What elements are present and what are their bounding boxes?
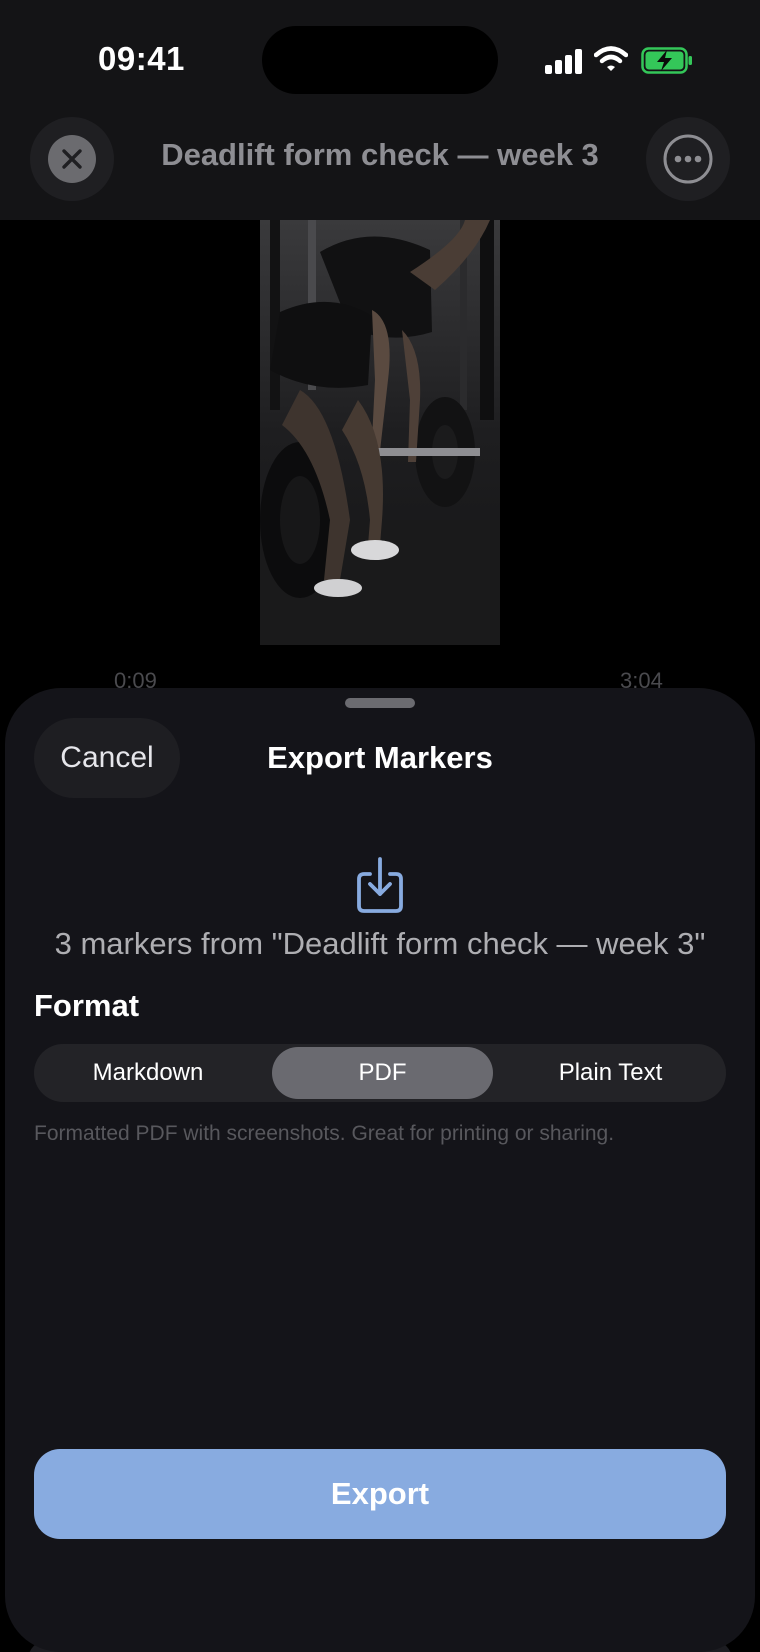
format-option-markdown[interactable]: Markdown [37, 1047, 259, 1099]
dynamic-island [262, 26, 498, 94]
format-description: Formatted PDF with screenshots. Great fo… [34, 1122, 615, 1145]
export-markers-sheet: Cancel Export Markers 3 markers from "De… [5, 688, 755, 1652]
format-option-plain-text[interactable]: Plain Text [498, 1047, 723, 1099]
ellipsis-circle-icon [663, 134, 713, 184]
video-frame [260, 220, 500, 645]
export-button[interactable]: Export [34, 1449, 726, 1539]
download-icon [357, 857, 403, 913]
format-option-pdf[interactable]: PDF [272, 1047, 493, 1099]
video-title: Deadlift form check — week 3 [161, 137, 599, 172]
battery-charging-icon [641, 47, 692, 74]
cellular-signal-icon [545, 48, 583, 74]
video-header: Deadlift form check — week 3 [0, 110, 760, 220]
format-segmented-control: Markdown PDF Plain Text [34, 1044, 726, 1102]
markers-summary: 3 markers from "Deadlift form check — we… [54, 926, 706, 961]
more-options-button[interactable] [646, 117, 730, 201]
close-button[interactable] [30, 117, 114, 201]
status-bar: 09:41 [0, 0, 760, 120]
sheet-grabber[interactable] [345, 698, 415, 708]
close-icon [48, 135, 96, 183]
sheet-title: Export Markers [267, 740, 493, 775]
status-time: 09:41 [98, 40, 185, 77]
video-player[interactable] [0, 220, 760, 645]
format-heading: Format [34, 988, 140, 1023]
wifi-icon [594, 46, 628, 71]
